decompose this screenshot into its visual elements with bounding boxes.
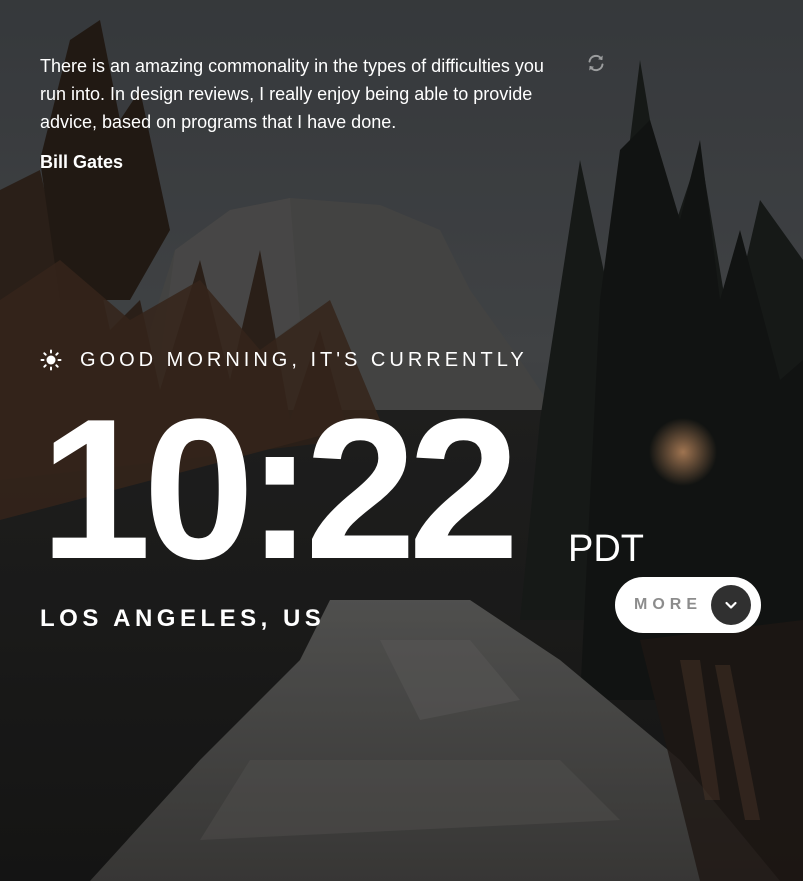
more-button-circle [711,585,751,625]
quote-author: Bill Gates [40,152,124,172]
greeting-text: GOOD MORNING, IT'S CURRENTLY [80,349,528,371]
more-button-label: MORE [634,596,702,613]
refresh-icon[interactable] [586,53,606,73]
greeting-row: GOOD MORNING, IT'S CURRENTLY [40,346,528,374]
sun-icon [40,349,62,371]
quote-text: There is an amazing commonality in the t… [40,56,544,132]
clock-app: There is an amazing commonality in the t… [0,0,803,881]
location-text: LOS ANGELES, US [40,605,326,632]
more-button[interactable]: MORE [615,577,761,633]
timezone-abbreviation: PDT [568,528,644,570]
current-time: 10:22 [40,378,520,601]
chevron-down-icon [725,601,737,609]
